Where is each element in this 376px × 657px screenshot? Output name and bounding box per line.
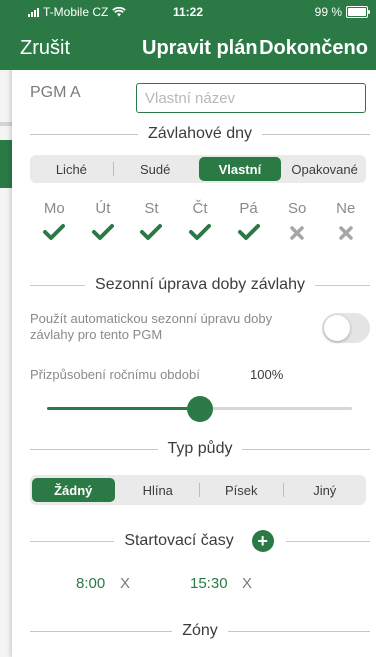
- day-mode-option[interactable]: Sudé: [114, 155, 197, 183]
- remove-start-time-button[interactable]: X: [120, 575, 130, 592]
- day-mode-segmented: Liché Sudé Vlastní Opakované: [30, 155, 366, 183]
- checkmark-icon: [30, 222, 79, 246]
- start-time-value[interactable]: 15:30: [190, 575, 228, 592]
- auto-adjust-toggle[interactable]: [322, 313, 370, 343]
- toggle-knob: [324, 315, 350, 341]
- weekday-3[interactable]: Čt: [176, 200, 225, 246]
- done-button[interactable]: Dokončeno: [259, 37, 368, 60]
- seasonal-label: Přizpůsobení ročnímu období: [30, 367, 200, 382]
- section-zones: Zóny: [30, 619, 371, 643]
- divider: [30, 630, 173, 632]
- weekday-label: Út: [95, 200, 111, 217]
- weekday-0[interactable]: Mo: [30, 200, 79, 246]
- cross-icon: [321, 222, 370, 246]
- divider: [30, 448, 158, 450]
- weekday-label: St: [144, 200, 159, 217]
- slider-fill: [47, 407, 200, 410]
- section-title: Zóny: [182, 622, 218, 639]
- weekday-label: Ne: [336, 200, 356, 217]
- day-mode-option[interactable]: Vlastní: [198, 157, 282, 181]
- divider: [262, 133, 370, 135]
- weekday-label: Čt: [192, 200, 208, 217]
- weekday-4[interactable]: Pá: [224, 200, 273, 246]
- remove-start-time-button[interactable]: X: [242, 575, 252, 592]
- divider: [227, 630, 371, 632]
- weekday-1[interactable]: Út: [79, 200, 128, 246]
- section-start-times: Startovací časy +: [30, 529, 370, 553]
- weekday-label: So: [288, 200, 307, 217]
- day-mode-option[interactable]: Opakované: [283, 155, 366, 183]
- auto-adjust-label: Použít automatickou sezonní úpravu doby …: [30, 311, 273, 342]
- section-title: Sezonní úprava doby závlahy: [95, 276, 305, 293]
- day-mode-option[interactable]: Liché: [30, 155, 113, 183]
- slider-thumb[interactable]: [186, 396, 213, 422]
- checkmark-icon: [224, 222, 273, 246]
- battery: 99 %: [314, 5, 370, 19]
- divider: [285, 540, 370, 542]
- weekday-6[interactable]: Ne: [321, 200, 370, 246]
- weekday-label: Mo: [43, 200, 65, 217]
- checkmark-icon: [127, 222, 176, 246]
- status-bar: T-Mobile CZ 11:22 99 %: [0, 0, 376, 26]
- program-label: PGM A: [30, 84, 81, 101]
- weekday-selector: Mo Út St Čt Pá So Ne: [30, 200, 370, 246]
- cross-icon: [273, 222, 322, 246]
- nav-bar: Zrušit Upravit plán Dokončeno: [0, 26, 376, 70]
- start-time-value[interactable]: 8:00: [76, 575, 105, 592]
- soil-type-option[interactable]: Jiný: [284, 475, 367, 505]
- start-times-list: 8:00 X 15:30 X: [30, 575, 350, 595]
- divider: [314, 284, 371, 286]
- section-irrigation-days: Závlahové dny: [30, 122, 370, 146]
- cancel-button[interactable]: Zrušit: [20, 37, 70, 60]
- soil-type-option[interactable]: Písek: [200, 475, 283, 505]
- divider: [30, 284, 86, 286]
- battery-percent: 99 %: [314, 5, 342, 19]
- divider: [30, 540, 115, 542]
- divider: [242, 448, 370, 450]
- nav-title: Upravit plán: [142, 37, 258, 59]
- seasonal-value: 100%: [250, 367, 284, 382]
- section-title: Typ půdy: [167, 440, 233, 457]
- soil-type-option[interactable]: Hlína: [117, 475, 200, 505]
- custom-name-input[interactable]: [136, 83, 366, 113]
- weekday-label: Pá: [239, 200, 258, 217]
- add-start-time-button[interactable]: +: [251, 530, 274, 552]
- seasonal-slider[interactable]: [47, 396, 352, 422]
- divider: [30, 133, 138, 135]
- section-seasonal: Sezonní úprava doby závlahy: [30, 273, 371, 297]
- section-soil: Typ půdy: [30, 437, 370, 461]
- checkmark-icon: [79, 222, 128, 246]
- checkmark-icon: [176, 222, 225, 246]
- soil-type-segmented: Žádný Hlína Písek Jiný: [30, 475, 366, 505]
- weekday-2[interactable]: St: [127, 200, 176, 246]
- battery-icon: [346, 6, 370, 18]
- section-title: Startovací časy: [124, 532, 234, 549]
- weekday-5[interactable]: So: [273, 200, 322, 246]
- section-title: Závlahové dny: [147, 125, 253, 142]
- soil-type-option[interactable]: Žádný: [32, 478, 115, 502]
